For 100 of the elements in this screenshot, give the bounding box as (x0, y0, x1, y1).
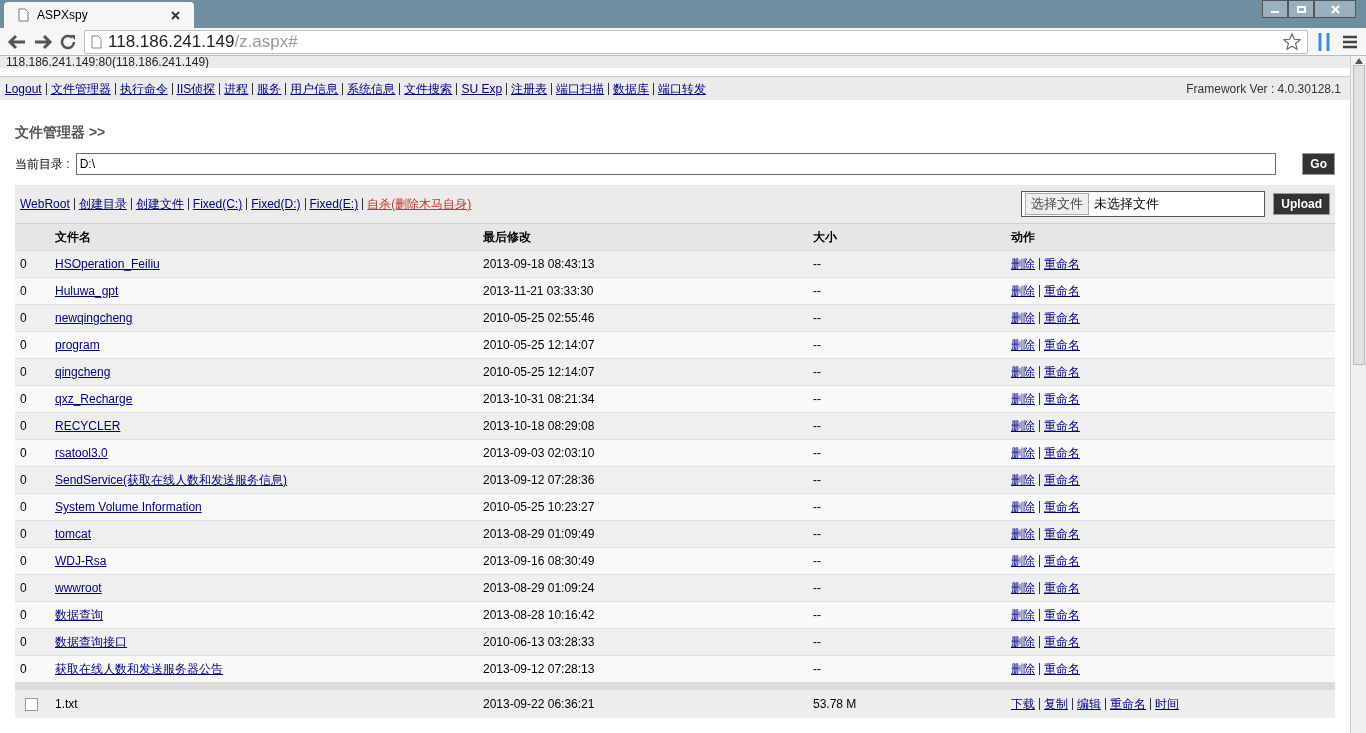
action-link[interactable]: 重命名 (1044, 336, 1080, 354)
action-link[interactable]: 时间 (1155, 695, 1179, 713)
action-link[interactable]: 重命名 (1044, 255, 1080, 273)
action-link[interactable]: 编辑 (1077, 695, 1101, 713)
nav-link[interactable]: 执行命令 (119, 79, 168, 98)
column-header: 大小 (813, 229, 838, 246)
action-link[interactable]: 重命名 (1044, 633, 1080, 651)
drive-link[interactable]: WebRoot (20, 195, 70, 213)
choose-file-button[interactable]: 选择文件 (1025, 193, 1090, 215)
drive-link[interactable]: 创建文件 (135, 195, 184, 213)
action-link[interactable]: 删除 (1011, 363, 1035, 381)
minimize-icon[interactable] (1262, 0, 1288, 18)
file-input[interactable]: 选择文件 未选择文件 (1021, 191, 1266, 217)
folder-link[interactable]: SendService(获取在线人数和发送服务信息) (55, 473, 288, 487)
table-cell-text: -- (813, 634, 822, 651)
back-icon[interactable] (6, 32, 28, 51)
action-link[interactable]: 重命名 (1044, 498, 1080, 516)
drive-link[interactable]: 自杀(删除木马自身) (367, 195, 472, 213)
table-cell-text: -- (813, 661, 822, 678)
folder-link[interactable]: HSOperation_Feiliu (55, 257, 160, 271)
nav-link[interactable]: SU Exp (461, 79, 503, 98)
star-icon[interactable] (1283, 32, 1301, 51)
action-link[interactable]: 删除 (1011, 282, 1035, 300)
directory-field[interactable]: D:\ (75, 153, 1277, 175)
action-link[interactable]: 删除 (1011, 633, 1035, 651)
table-cell-text: 2013-08-29 01:09:49 (483, 526, 596, 543)
address-bar[interactable]: 118.186.241.149/z.aspx# (84, 29, 1308, 54)
action-link[interactable]: 删除 (1011, 525, 1035, 543)
action-link[interactable]: 重命名 (1044, 660, 1080, 678)
nav-link[interactable]: 用户信息 (290, 79, 339, 98)
action-link[interactable]: 重命名 (1044, 363, 1080, 381)
folder-link[interactable]: System Volume Information (55, 500, 202, 514)
action-link[interactable]: 删除 (1011, 579, 1035, 597)
folder-link[interactable]: rsatool3.0 (55, 446, 108, 460)
section-title: 文件管理器 >> (15, 123, 107, 142)
close-icon[interactable] (1314, 0, 1356, 18)
nav-link[interactable]: 数据库 (613, 79, 650, 98)
folder-link[interactable]: wwwroot (55, 581, 102, 595)
table-cell-text: 0 (19, 526, 28, 543)
nav-link[interactable]: 文件搜索 (404, 79, 453, 98)
table-cell-text: 0 (19, 553, 28, 570)
action-link[interactable]: 重命名 (1044, 390, 1080, 408)
nav-link[interactable]: 系统信息 (347, 79, 396, 98)
browser-tab[interactable]: ASPXspy (4, 2, 194, 28)
nav-link[interactable]: Logout (5, 79, 42, 98)
action-link[interactable]: 删除 (1011, 390, 1035, 408)
action-link[interactable]: 重命名 (1044, 471, 1080, 489)
action-link[interactable]: 重命名 (1044, 282, 1080, 300)
maximize-icon[interactable] (1288, 0, 1314, 18)
action-link[interactable]: 重命名 (1044, 606, 1080, 624)
folder-link[interactable]: tomcat (55, 527, 91, 541)
action-link[interactable]: 复制 (1044, 695, 1068, 713)
action-link[interactable]: 重命名 (1044, 579, 1080, 597)
drive-link[interactable]: Fixed(D:) (251, 195, 301, 213)
nav-link[interactable]: IIS侦探 (176, 79, 216, 98)
action-link[interactable]: 删除 (1011, 606, 1035, 624)
folder-link[interactable]: WDJ-Rsa (55, 554, 107, 568)
nav-link[interactable]: 进程 (224, 79, 249, 98)
close-icon[interactable] (171, 10, 180, 20)
action-link[interactable]: 重命名 (1044, 417, 1080, 435)
folder-link[interactable]: program (55, 338, 100, 352)
action-link[interactable]: 重命名 (1044, 552, 1080, 570)
action-link[interactable]: 删除 (1011, 444, 1035, 462)
folder-link[interactable]: newqingcheng (55, 311, 133, 325)
nav-link[interactable]: 服务 (257, 79, 282, 98)
folder-link[interactable]: 数据查询接口 (55, 635, 127, 649)
folder-link[interactable]: qingcheng (55, 365, 111, 379)
drive-link[interactable]: 创建目录 (78, 195, 127, 213)
go-button[interactable]: Go (1302, 153, 1335, 175)
upload-button[interactable]: Upload (1273, 193, 1330, 215)
action-link[interactable]: 删除 (1011, 660, 1035, 678)
drive-link[interactable]: Fixed(C:) (192, 195, 243, 213)
action-link[interactable]: 下载 (1011, 695, 1035, 713)
scrollbar[interactable] (1350, 56, 1366, 733)
action-link[interactable]: 重命名 (1044, 444, 1080, 462)
forward-icon[interactable] (32, 32, 54, 51)
action-link[interactable]: 删除 (1011, 552, 1035, 570)
action-link[interactable]: 删除 (1011, 417, 1035, 435)
nav-link[interactable]: 端口扫描 (556, 79, 605, 98)
folder-link[interactable]: 数据查询 (55, 608, 103, 622)
checkbox[interactable] (25, 697, 38, 711)
url-host: 118.186.241.149 (108, 30, 235, 53)
action-link[interactable]: 删除 (1011, 309, 1035, 327)
action-link[interactable]: 重命名 (1044, 309, 1080, 327)
folder-link[interactable]: qxz_Recharge (55, 392, 133, 406)
table-cell-text: -- (813, 391, 822, 408)
folder-link[interactable]: Huluwa_gpt (55, 284, 119, 298)
action-link[interactable]: 删除 (1011, 498, 1035, 516)
table-cell-text: 0 (19, 580, 28, 597)
folder-link[interactable]: RECYCLER (55, 419, 121, 433)
action-link[interactable]: 删除 (1011, 336, 1035, 354)
nav-link[interactable]: 端口转发 (658, 79, 707, 98)
nav-link[interactable]: 注册表 (511, 79, 548, 98)
nav-link[interactable]: 文件管理器 (50, 79, 111, 98)
action-link[interactable]: 重命名 (1110, 695, 1146, 713)
action-link[interactable]: 重命名 (1044, 525, 1080, 543)
drive-link[interactable]: Fixed(E:) (309, 195, 359, 213)
action-link[interactable]: 删除 (1011, 471, 1035, 489)
action-link[interactable]: 删除 (1011, 255, 1035, 273)
folder-link[interactable]: 获取在线人数和发送服务器公告 (55, 662, 223, 676)
